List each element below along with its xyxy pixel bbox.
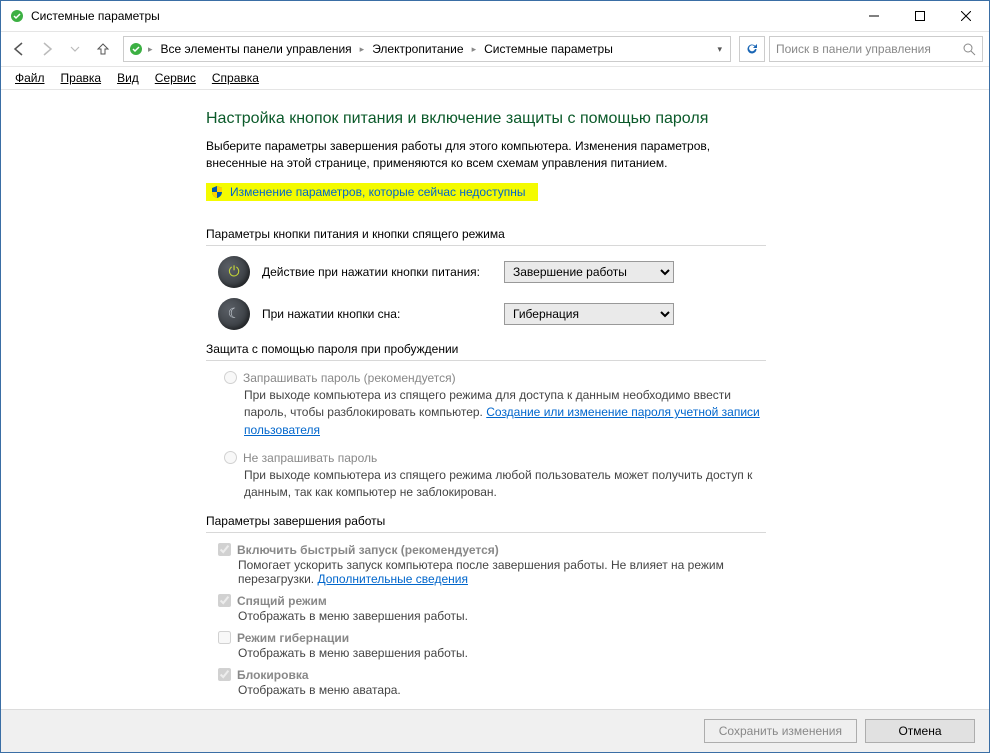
chevron-right-icon: ▸: [146, 44, 155, 55]
chk-sleep: Спящий режим: [218, 594, 766, 608]
save-button: Сохранить изменения: [704, 719, 857, 743]
radio-require-password: Запрашивать пароль (рекомендуется): [224, 371, 766, 385]
power-button-row: ⏻ Действие при нажатии кнопки питания: З…: [218, 256, 766, 288]
breadcrumb[interactable]: Все элементы панели управления: [157, 42, 356, 56]
shield-icon: [210, 185, 224, 199]
sleep-button-label: При нажатии кнопки сна:: [262, 307, 492, 321]
chk-sleep-label: Спящий режим: [237, 594, 327, 608]
refresh-button[interactable]: [739, 36, 765, 62]
menu-service[interactable]: Сервис: [149, 69, 202, 87]
window-title: Системные параметры: [31, 9, 851, 23]
admin-link-text: Изменение параметров, которые сейчас нед…: [230, 185, 526, 199]
sleep-icon: ☾: [218, 298, 250, 330]
chk-hibernate-input: [218, 631, 231, 644]
forward-button[interactable]: [35, 37, 59, 61]
control-panel-icon: [128, 41, 144, 57]
footer: Сохранить изменения Отмена: [1, 709, 989, 752]
chk-lock-desc: Отображать в меню аватара.: [238, 683, 766, 697]
section-shutdown: Параметры завершения работы: [206, 514, 766, 533]
chk-fast-startup-input: [218, 543, 231, 556]
chk-hibernate-label: Режим гибернации: [237, 631, 349, 645]
section-password: Защита с помощью пароля при пробуждении: [206, 342, 766, 361]
search-placeholder: Поиск в панели управления: [776, 42, 931, 56]
breadcrumb[interactable]: Системные параметры: [480, 42, 617, 56]
change-unavailable-settings-link[interactable]: Изменение параметров, которые сейчас нед…: [206, 183, 538, 201]
chk-hibernate: Режим гибернации: [218, 631, 766, 645]
chk-fast-startup-label: Включить быстрый запуск (рекомендуется): [237, 543, 499, 557]
search-input[interactable]: Поиск в панели управления: [769, 36, 983, 62]
close-button[interactable]: [943, 1, 989, 31]
chk-fast-startup-desc: Помогает ускорить запуск компьютера посл…: [238, 558, 766, 586]
window: Системные параметры ▸ Все элементы панел…: [0, 0, 990, 753]
power-button-label: Действие при нажатии кнопки питания:: [262, 265, 492, 279]
page-title: Настройка кнопок питания и включение защ…: [206, 110, 766, 128]
back-button[interactable]: [7, 37, 31, 61]
section-power-buttons: Параметры кнопки питания и кнопки спящег…: [206, 227, 766, 246]
menu-edit[interactable]: Правка: [55, 69, 108, 87]
window-controls: [851, 1, 989, 31]
address-dropdown-icon[interactable]: ▾: [713, 44, 726, 55]
radio-require-password-desc: При выходе компьютера из спящего режима …: [244, 387, 766, 439]
up-button[interactable]: [91, 37, 115, 61]
page-description: Выберите параметры завершения работы для…: [206, 138, 766, 173]
sleep-button-row: ☾ При нажатии кнопки сна: Гибернация: [218, 298, 766, 330]
content-area: Настройка кнопок питания и включение защ…: [1, 90, 989, 709]
chk-hibernate-desc: Отображать в меню завершения работы.: [238, 646, 766, 660]
radio-no-password-desc: При выходе компьютера из спящего режима …: [244, 467, 766, 502]
breadcrumb[interactable]: Электропитание: [368, 42, 467, 56]
menu-help[interactable]: Справка: [206, 69, 265, 87]
nav-bar: ▸ Все элементы панели управления ▸ Элект…: [1, 32, 989, 67]
menu-file[interactable]: Файл: [9, 69, 51, 87]
address-bar[interactable]: ▸ Все элементы панели управления ▸ Элект…: [123, 36, 731, 62]
more-info-link[interactable]: Дополнительные сведения: [317, 572, 467, 586]
radio-no-password-label: Не запрашивать пароль: [243, 451, 377, 465]
chk-lock-label: Блокировка: [237, 668, 309, 682]
power-icon: ⏻: [218, 256, 250, 288]
chevron-right-icon: ▸: [470, 44, 479, 55]
cancel-button[interactable]: Отмена: [865, 719, 975, 743]
minimize-button[interactable]: [851, 1, 897, 31]
chk-sleep-desc: Отображать в меню завершения работы.: [238, 609, 766, 623]
radio-no-password-input: [224, 451, 237, 464]
chk-fast-startup: Включить быстрый запуск (рекомендуется): [218, 543, 766, 557]
menu-view[interactable]: Вид: [111, 69, 145, 87]
search-icon: [963, 43, 976, 56]
chk-lock-input: [218, 668, 231, 681]
chk-sleep-input: [218, 594, 231, 607]
radio-require-password-label: Запрашивать пароль (рекомендуется): [243, 371, 456, 385]
chevron-right-icon: ▸: [358, 44, 367, 55]
maximize-button[interactable]: [897, 1, 943, 31]
power-button-select[interactable]: Завершение работы: [504, 261, 674, 283]
radio-require-password-input: [224, 371, 237, 384]
sleep-button-select[interactable]: Гибернация: [504, 303, 674, 325]
app-icon: [9, 8, 25, 24]
radio-no-password: Не запрашивать пароль: [224, 451, 766, 465]
titlebar: Системные параметры: [1, 1, 989, 32]
menu-bar: Файл Правка Вид Сервис Справка: [1, 67, 989, 90]
chk-lock: Блокировка: [218, 668, 766, 682]
recent-dropdown[interactable]: [63, 37, 87, 61]
